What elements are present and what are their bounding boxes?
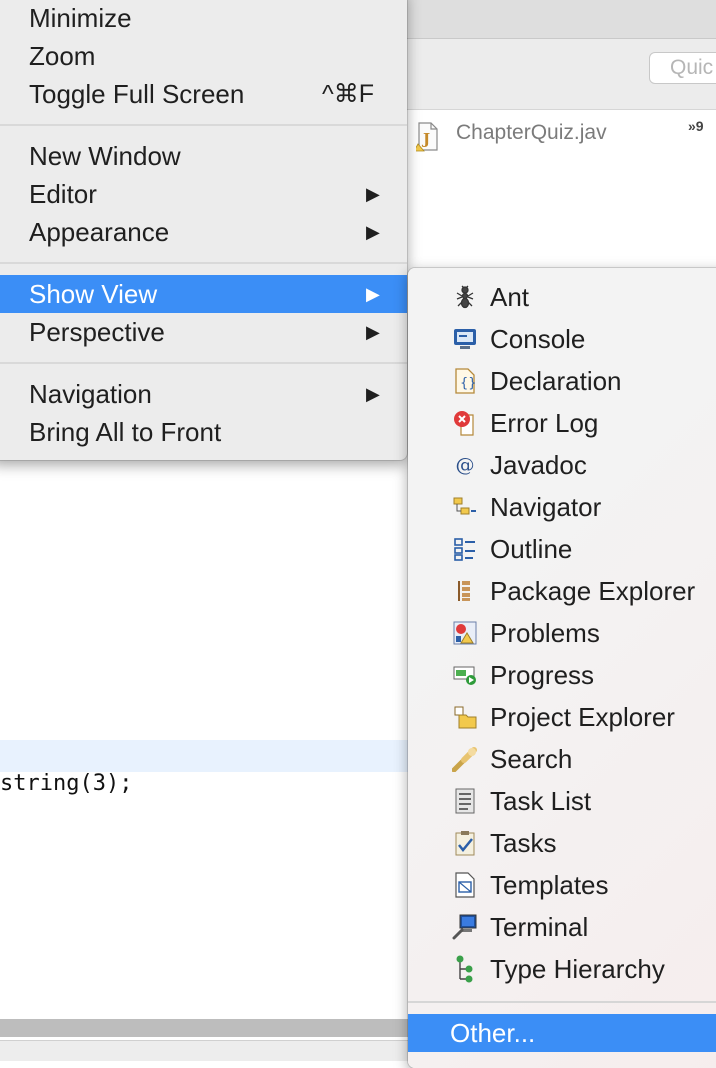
view-item-label: Problems: [490, 618, 600, 648]
view-item-project-explorer[interactable]: Project Explorer: [408, 696, 716, 738]
tab-overflow-indicator[interactable]: »9: [688, 118, 704, 134]
menu-item-editor[interactable]: Editor ▶: [0, 175, 407, 213]
outline-icon: [452, 536, 478, 562]
view-item-label: Console: [490, 324, 586, 354]
console-icon: [452, 326, 478, 352]
view-item-label: Progress: [490, 660, 595, 690]
templates-icon: [452, 872, 478, 898]
menu-item-new-window[interactable]: New Window: [0, 137, 407, 175]
menu-separator: [408, 1001, 716, 1003]
progress-icon: [452, 662, 478, 688]
view-item-console[interactable]: Console: [408, 318, 716, 360]
view-item-type-hierarchy[interactable]: Type Hierarchy: [408, 948, 716, 990]
view-item-outline[interactable]: Outline: [408, 528, 716, 570]
menu-item-minimize[interactable]: Minimize: [0, 0, 407, 37]
svg-text:J: J: [421, 130, 430, 148]
show-view-submenu: Ant Console {} Declaration Error Log @ J…: [408, 268, 716, 1068]
menu-item-label: Bring All to Front: [29, 417, 222, 447]
submenu-arrow-icon: ▶: [366, 322, 380, 342]
navigator-icon: [452, 494, 478, 520]
window-menu: Minimize Zoom Toggle Full Screen ^⌘F New…: [0, 0, 407, 460]
view-item-label: Terminal: [490, 912, 589, 942]
view-item-label: Error Log: [490, 408, 599, 438]
menu-item-label: Toggle Full Screen: [29, 79, 245, 109]
view-item-templates[interactable]: Templates: [408, 864, 716, 906]
menu-item-label: Editor: [29, 179, 97, 209]
menu-item-bring-all-to-front[interactable]: Bring All to Front: [0, 413, 407, 451]
javadoc-icon: @: [455, 454, 475, 476]
keyboard-shortcut: ^⌘F: [322, 80, 375, 108]
java-file-icon: J: [416, 122, 438, 152]
task-list-icon: [452, 788, 478, 814]
menu-separator: [0, 262, 407, 264]
package-explorer-icon: [452, 578, 478, 604]
view-item-label: Other...: [450, 1018, 536, 1048]
view-item-label: Tasks: [490, 828, 557, 858]
menu-item-label: New Window: [29, 141, 181, 171]
search-icon: [452, 746, 478, 772]
menu-separator: [0, 362, 407, 364]
terminal-icon: [452, 914, 478, 940]
code-line: string(3);: [0, 771, 133, 796]
svg-text:{}: {}: [460, 376, 477, 391]
view-item-navigator[interactable]: Navigator: [408, 486, 716, 528]
menu-item-perspective[interactable]: Perspective ▶: [0, 313, 407, 351]
submenu-arrow-icon: ▶: [366, 222, 380, 242]
view-item-terminal[interactable]: Terminal: [408, 906, 716, 948]
view-item-label: Project Explorer: [490, 702, 675, 732]
view-item-search[interactable]: Search: [408, 738, 716, 780]
declaration-icon: {}: [452, 368, 478, 394]
menu-separator: [0, 124, 407, 126]
editor-tab-label[interactable]: ChapterQuiz.jav: [456, 121, 607, 145]
tasks-icon: [452, 830, 478, 856]
view-item-ant[interactable]: Ant: [408, 276, 716, 318]
view-item-label: Templates: [490, 870, 609, 900]
view-item-label: Outline: [490, 534, 573, 564]
menu-item-show-view[interactable]: Show View ▶: [0, 275, 407, 313]
view-item-label: Task List: [490, 786, 592, 816]
menu-item-label: Minimize: [29, 3, 132, 33]
menu-item-navigation[interactable]: Navigation ▶: [0, 375, 407, 413]
menu-item-appearance[interactable]: Appearance ▶: [0, 213, 407, 251]
project-explorer-icon: [452, 704, 478, 730]
view-item-label: Declaration: [490, 366, 622, 396]
view-item-error-log[interactable]: Error Log: [408, 402, 716, 444]
view-item-label: Javadoc: [490, 450, 587, 480]
view-item-task-list[interactable]: Task List: [408, 780, 716, 822]
problems-icon: [452, 620, 478, 646]
view-item-label: Navigator: [490, 492, 602, 522]
view-item-package-explorer[interactable]: Package Explorer: [408, 570, 716, 612]
view-item-label: Type Hierarchy: [490, 954, 665, 984]
view-item-label: Ant: [490, 282, 530, 312]
view-item-other[interactable]: Other...: [408, 1014, 716, 1052]
view-item-declaration[interactable]: {} Declaration: [408, 360, 716, 402]
view-item-problems[interactable]: Problems: [408, 612, 716, 654]
type-hierarchy-icon: [452, 955, 478, 983]
menu-item-label: Perspective: [29, 317, 165, 347]
quick-access-field[interactable]: Quic: [649, 52, 716, 84]
view-item-progress[interactable]: Progress: [408, 654, 716, 696]
menu-item-toggle-full-screen[interactable]: Toggle Full Screen ^⌘F: [0, 75, 407, 113]
view-item-tasks[interactable]: Tasks: [408, 822, 716, 864]
view-item-label: Package Explorer: [490, 576, 696, 606]
submenu-arrow-icon: ▶: [366, 184, 380, 204]
menu-item-zoom[interactable]: Zoom: [0, 37, 407, 75]
menu-item-label: Navigation: [29, 379, 152, 409]
menu-item-label: Zoom: [29, 41, 96, 71]
view-item-javadoc[interactable]: @ Javadoc: [408, 444, 716, 486]
ant-icon: [452, 284, 478, 310]
menu-item-label: Show View: [29, 279, 158, 309]
menu-item-label: Appearance: [29, 217, 170, 247]
submenu-arrow-icon: ▶: [366, 284, 380, 304]
submenu-arrow-icon: ▶: [366, 384, 380, 404]
view-item-label: Search: [490, 744, 573, 774]
error-log-icon: [452, 410, 478, 436]
